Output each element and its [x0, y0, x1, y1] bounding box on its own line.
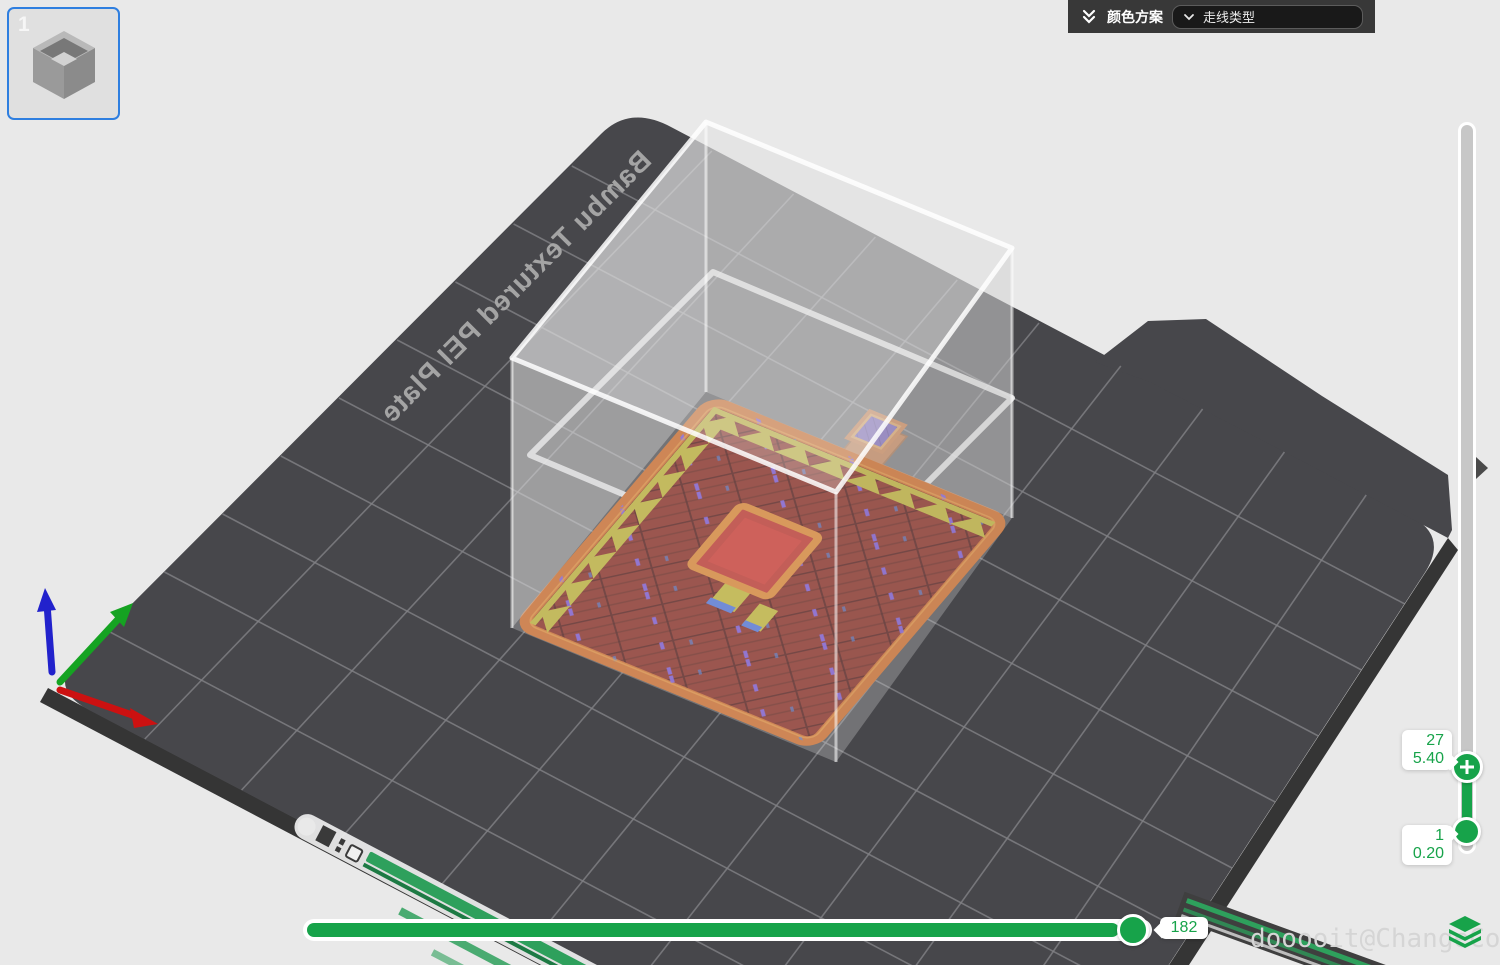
step-slider-handle[interactable] [1117, 914, 1149, 946]
layer-top-number: 27 [1426, 732, 1444, 749]
layers-icon [1449, 916, 1481, 948]
panel-collapse-arrow[interactable] [1476, 457, 1488, 479]
layer-top-height: 5.40 [1412, 750, 1444, 767]
line-type-dropdown[interactable]: 走线类型 [1172, 4, 1363, 29]
line-type-value: 走线类型 [1203, 10, 1256, 25]
step-value: 182 [1170, 919, 1198, 936]
layer-bottom-number: 1 [1435, 827, 1444, 844]
layer-bottom-tooltip: 1 0.20 [1402, 825, 1459, 865]
collapse-toolbar-icon[interactable] [1080, 8, 1098, 26]
step-slider[interactable] [303, 919, 1152, 941]
plate-cube-icon [32, 30, 95, 99]
color-scheme-label: 颜色方案 [1107, 8, 1163, 25]
preview-toolbar: 颜色方案 走线类型 [1068, 0, 1375, 33]
layer-slider-top-handle[interactable] [1451, 751, 1483, 783]
3d-viewport[interactable]: Bambu Textured PEI Plate 1 颜色方案 走线类型 27 … [0, 0, 1500, 965]
layer-slider[interactable] [1458, 122, 1476, 854]
plate-list-panel: 1 [4, 4, 123, 123]
step-tooltip: 182 [1153, 917, 1208, 939]
layer-slider-rail [1461, 125, 1473, 851]
layer-bottom-height: 0.20 [1412, 845, 1444, 862]
plate-thumbnail-1[interactable]: 1 [7, 7, 120, 120]
scene-canvas: Bambu Textured PEI Plate [37, 117, 1488, 965]
layer-top-tooltip: 27 5.40 [1402, 730, 1459, 771]
chevron-down-icon [1184, 13, 1194, 20]
step-slider-fill [307, 923, 1119, 937]
